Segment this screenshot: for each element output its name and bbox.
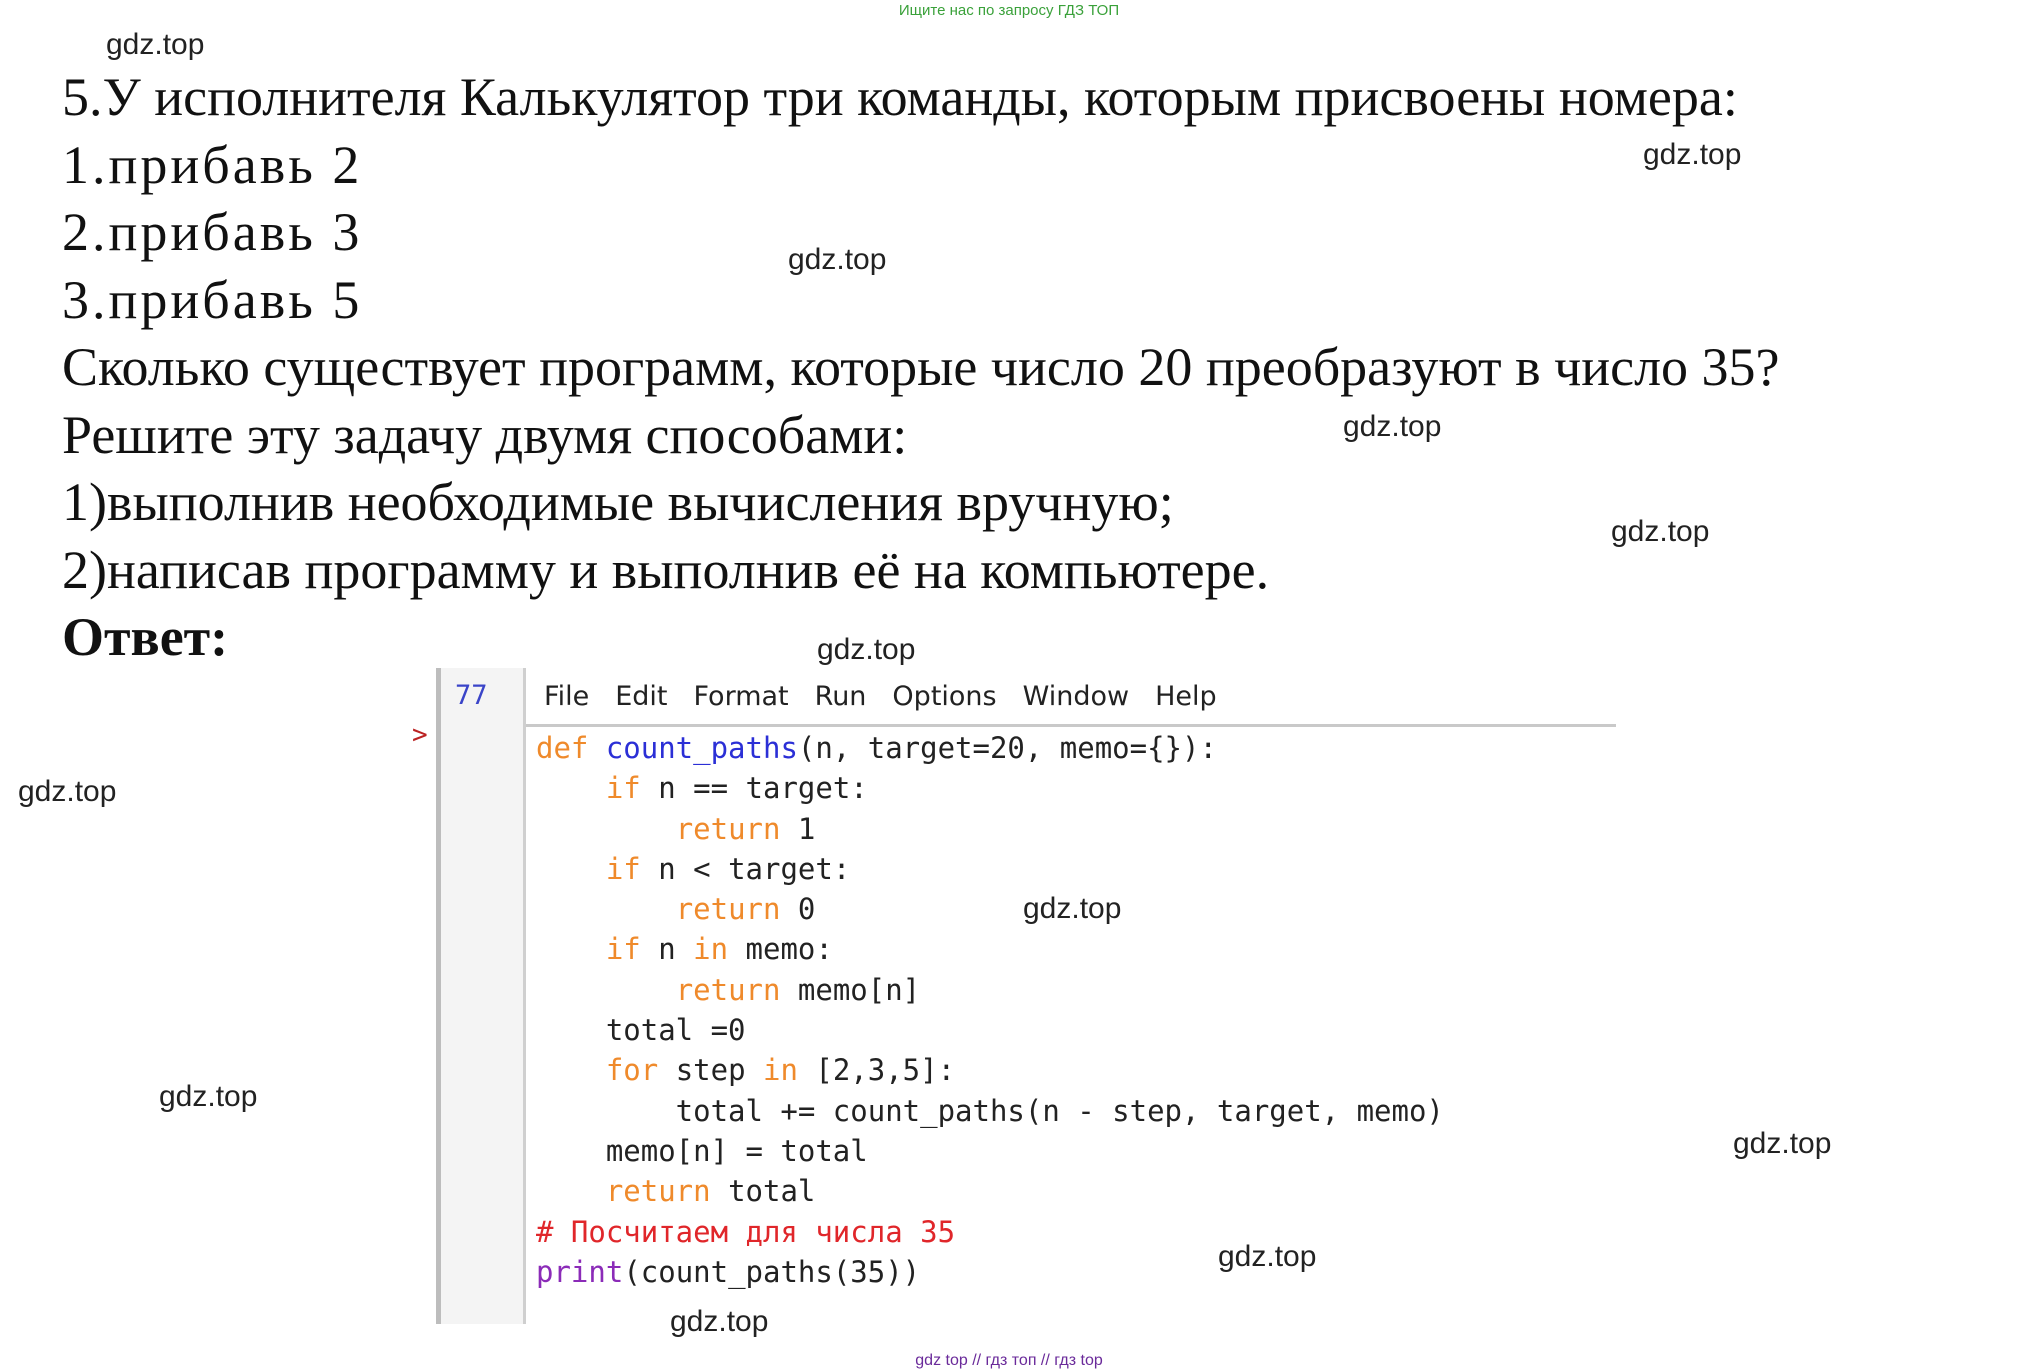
code-token: step [658,1053,763,1088]
code-line: if n in memo: [536,929,1444,969]
line-number-gutter: 77 [436,668,526,1324]
code-token-kw: def [536,731,606,765]
code-line: for step in [2,3,5]: [536,1050,1444,1090]
problem-question: Сколько существует программ, которые чис… [62,337,1780,397]
code-line: return 0 [536,889,1444,929]
menu-window[interactable]: Window [1023,681,1129,712]
code-token: memo[n] = total [536,1133,868,1168]
code-token-kw: return [675,811,781,846]
watermark: gdz.top [1343,410,1442,443]
code-token: memo[n] [780,972,921,1007]
idle-editor-window: 77 File Edit Format Run Options Window H… [436,668,1616,1324]
watermark: gdz.top [106,28,205,61]
watermark: gdz.top [817,633,916,666]
code-token: (n, target=20, memo={}): [797,731,1217,765]
code-token-kw: return [605,1174,711,1209]
menu-bar: File Edit Format Run Options Window Help [526,668,1616,727]
watermark: gdz.top [18,775,117,808]
code-line: print(count_paths(35)) [536,1252,1444,1292]
code-token: 1 [780,811,816,846]
code-line: total += count_paths(n - step, target, m… [536,1091,1444,1131]
command-3: 3.прибавь 5 [62,269,363,330]
watermark: gdz.top [1733,1127,1832,1160]
code-token: (count_paths(35)) [623,1254,921,1289]
code-token: n < target: [640,851,851,886]
menu-run[interactable]: Run [815,681,867,712]
watermark: gdz.top [1643,138,1742,171]
code-area[interactable]: def count_paths(n, target=20, memo={}): … [536,728,1444,1292]
code-line: if n == target: [536,768,1444,808]
code-token-kw: return [675,972,781,1007]
code-token: 0 [780,892,816,927]
code-token: memo: [728,932,833,967]
code-line: return total [536,1171,1444,1211]
menu-help[interactable]: Help [1155,681,1217,712]
code-token: total += count_paths(n - step, target, m… [536,1093,1444,1128]
bottom-banner: gdz top // гдз топ // гдз top [915,1352,1103,1369]
code-token: n [640,932,694,967]
code-token-kw: if [605,932,641,967]
code-token-cm: # Посчитаем для числа 35 [536,1214,956,1249]
code-line: def count_paths(n, target=20, memo={}): [536,728,1444,768]
code-token-fn: count_paths [605,731,798,765]
problem-text: 5.У исполнителя Калькулятор три команды,… [62,64,1780,672]
watermark: gdz.top [159,1080,258,1113]
command-1: 1.прибавь 2 [62,134,363,195]
code-token-kw: return [675,892,781,927]
code-line: memo[n] = total [536,1131,1444,1171]
method-2: 2)написав программу и выполнив её на ком… [62,539,1270,600]
code-token: total =0 [536,1013,746,1048]
command-2: 2.прибавь 3 [62,202,363,262]
problem-statement: 5.У исполнителя Калькулятор три команды,… [62,67,1738,127]
code-token-kw: for [605,1053,659,1088]
line-number: 77 [455,680,488,711]
code-token: n == target: [640,771,868,806]
code-token-kw: in [763,1053,798,1088]
code-line: return 1 [536,809,1444,849]
menu-edit[interactable]: Edit [615,681,667,712]
menu-options[interactable]: Options [892,681,996,712]
menu-format[interactable]: Format [693,681,788,712]
problem-instruction: Решите эту задачу двумя способами: [62,404,908,465]
code-line: if n < target: [536,849,1444,889]
code-token-kw: if [605,771,641,806]
answer-label: Ответ: [62,607,229,667]
code-token-kw: in [693,932,729,967]
code-line: return memo[n] [536,970,1444,1010]
watermark: gdz.top [1611,515,1710,548]
code-line: total =0 [536,1010,1444,1050]
watermark: gdz.top [788,243,887,276]
chevron-right-icon: > [412,720,428,750]
code-token: total [710,1174,816,1209]
top-banner: Ищите нас по запросу ГДЗ ТОП [898,2,1120,19]
code-token-kw: if [605,851,641,886]
code-token-bi: print [536,1254,624,1289]
method-1: 1)выполнив необходимые вычисления вручну… [62,472,1174,532]
code-token: [2,3,5]: [797,1053,956,1088]
menu-file[interactable]: File [544,681,589,712]
code-line: # Посчитаем для числа 35 [536,1212,1444,1252]
